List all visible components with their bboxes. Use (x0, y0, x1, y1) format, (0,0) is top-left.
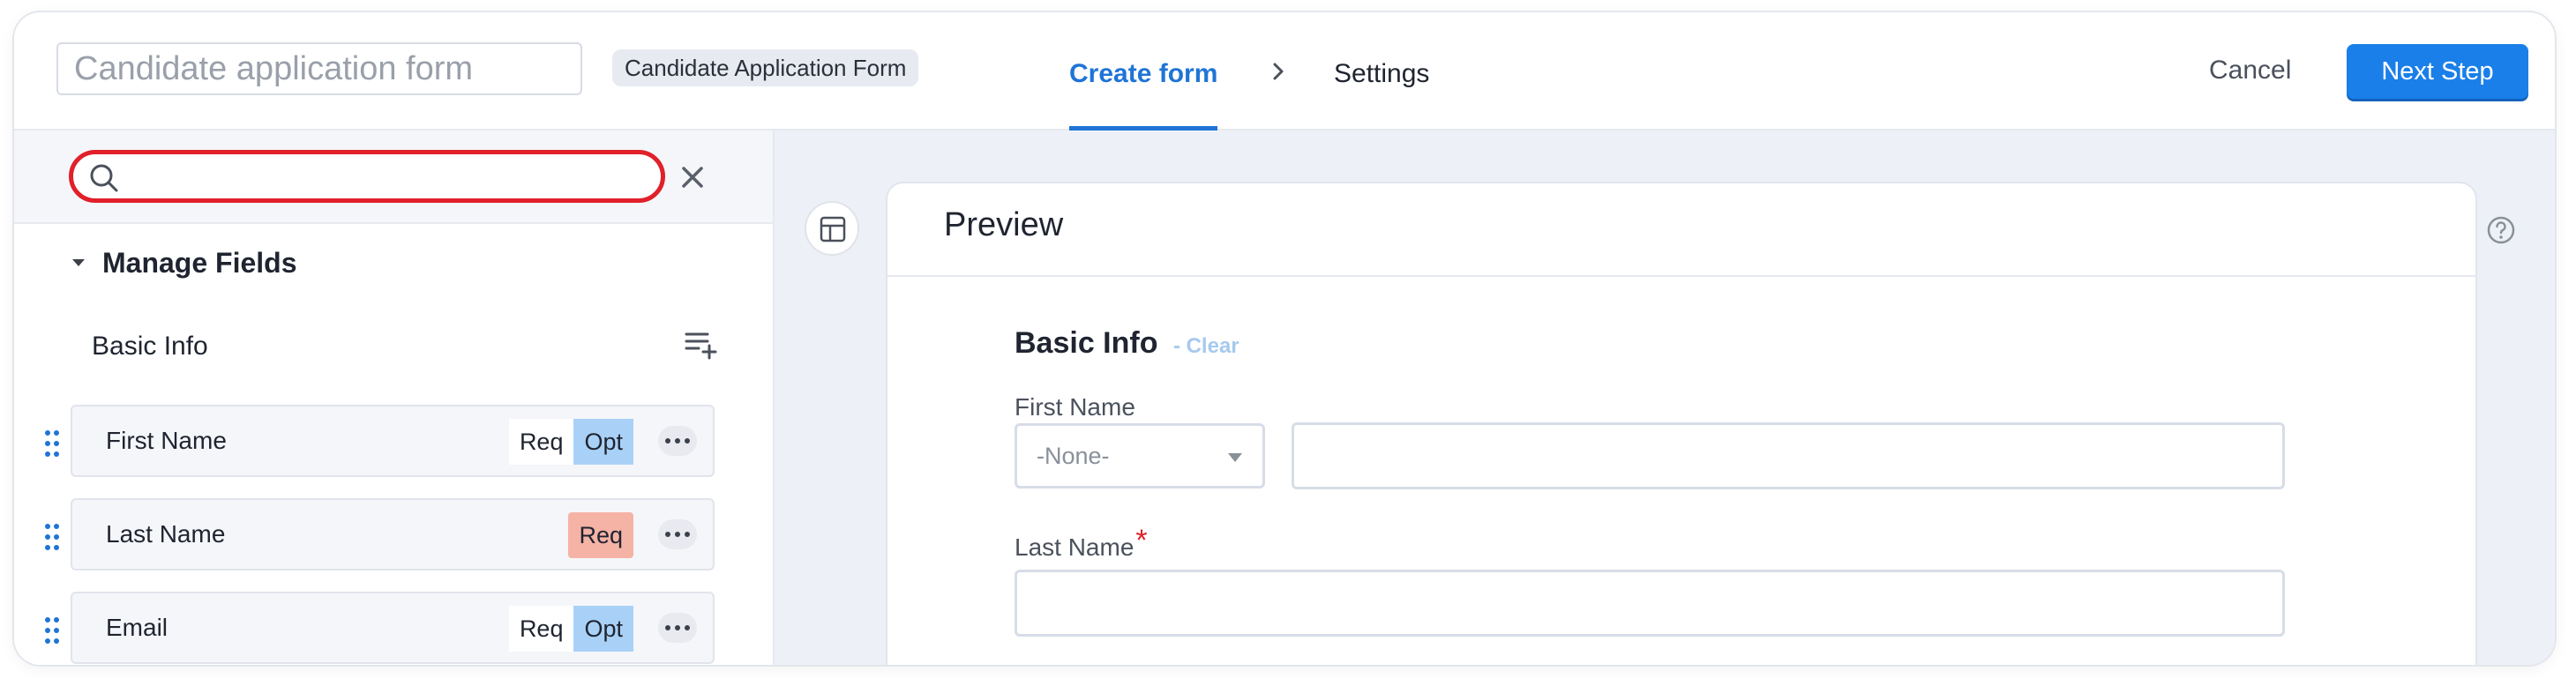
drag-handle-icon[interactable] (44, 429, 60, 458)
preview-header: Preview (887, 183, 2475, 277)
field-name: Last Name (106, 520, 226, 548)
add-list-icon[interactable] (685, 330, 718, 360)
preview-title: Preview (944, 206, 1064, 243)
salutation-select[interactable]: -None- (1015, 423, 1265, 488)
chevron-down-icon (1228, 453, 1242, 462)
opt-toggle-button[interactable]: Opt (573, 419, 633, 465)
cancel-button[interactable]: Cancel (2198, 48, 2302, 93)
more-options-button[interactable] (658, 519, 697, 549)
req-toggle-button[interactable]: Req (508, 419, 574, 465)
section-label-basic-info: Basic Info (92, 332, 208, 361)
search-box[interactable] (69, 150, 665, 203)
manage-fields-toggle[interactable]: Manage Fields (71, 245, 297, 280)
field-row-last-name[interactable]: Last Name Req (45, 498, 715, 570)
search-icon (90, 164, 118, 192)
more-horizontal-icon (665, 532, 690, 537)
chevron-right-icon (1273, 63, 1284, 80)
form-section-title: Basic Info - Clear (1015, 326, 1239, 361)
field-row-first-name[interactable]: First Name Req Opt (45, 405, 715, 477)
search-input[interactable] (130, 158, 645, 197)
last-name-label-row: Last Name* (1015, 524, 1148, 563)
preview-card: Preview Basic Info - Clear First Name -N… (886, 182, 2477, 665)
fields-sidebar: Manage Fields Basic Info First Name Req … (14, 130, 775, 665)
layout-toggle-button[interactable] (805, 201, 859, 256)
required-toggle: Req (568, 512, 633, 558)
search-row (14, 130, 773, 224)
clear-section-link[interactable]: - Clear (1173, 334, 1239, 358)
preview-area: Preview Basic Info - Clear First Name -N… (775, 130, 2555, 665)
required-toggle: Req Opt (508, 419, 633, 465)
caret-down-icon (72, 259, 85, 266)
more-options-button[interactable] (658, 613, 697, 643)
step-create-form[interactable]: Create form (1069, 12, 1218, 130)
layout-icon (820, 216, 846, 242)
req-toggle-button[interactable]: Req (508, 606, 574, 652)
more-options-button[interactable] (658, 426, 697, 456)
next-step-button[interactable]: Next Step (2347, 44, 2528, 99)
more-horizontal-icon (665, 438, 690, 444)
last-name-label: Last Name (1015, 533, 1134, 561)
salutation-value: -None- (1037, 443, 1110, 469)
required-toggle: Req Opt (508, 606, 633, 652)
field-name: First Name (106, 427, 227, 454)
help-circle-icon[interactable] (2486, 215, 2516, 245)
last-name-input[interactable] (1015, 570, 2285, 637)
form-name-chip: Candidate Application Form (612, 49, 919, 86)
top-bar: Candidate Application Form Create form S… (14, 12, 2555, 130)
drag-handle-icon[interactable] (44, 616, 60, 645)
req-toggle-button[interactable]: Req (568, 512, 633, 558)
field-name: Email (106, 614, 168, 641)
step-settings[interactable]: Settings (1334, 12, 1429, 129)
manage-fields-label: Manage Fields (102, 246, 297, 279)
close-icon[interactable] (679, 164, 706, 190)
more-horizontal-icon (665, 625, 690, 630)
required-asterisk: * (1135, 524, 1148, 557)
field-row-email[interactable]: Email Req Opt (45, 592, 715, 664)
first-name-label: First Name (1015, 393, 1135, 421)
first-name-input[interactable] (1292, 422, 2285, 489)
app-window: Candidate Application Form Create form S… (14, 12, 2555, 665)
opt-toggle-button[interactable]: Opt (573, 606, 633, 652)
drag-handle-icon[interactable] (44, 523, 60, 551)
form-name-input[interactable] (56, 42, 582, 95)
section-title-text: Basic Info (1015, 326, 1158, 360)
